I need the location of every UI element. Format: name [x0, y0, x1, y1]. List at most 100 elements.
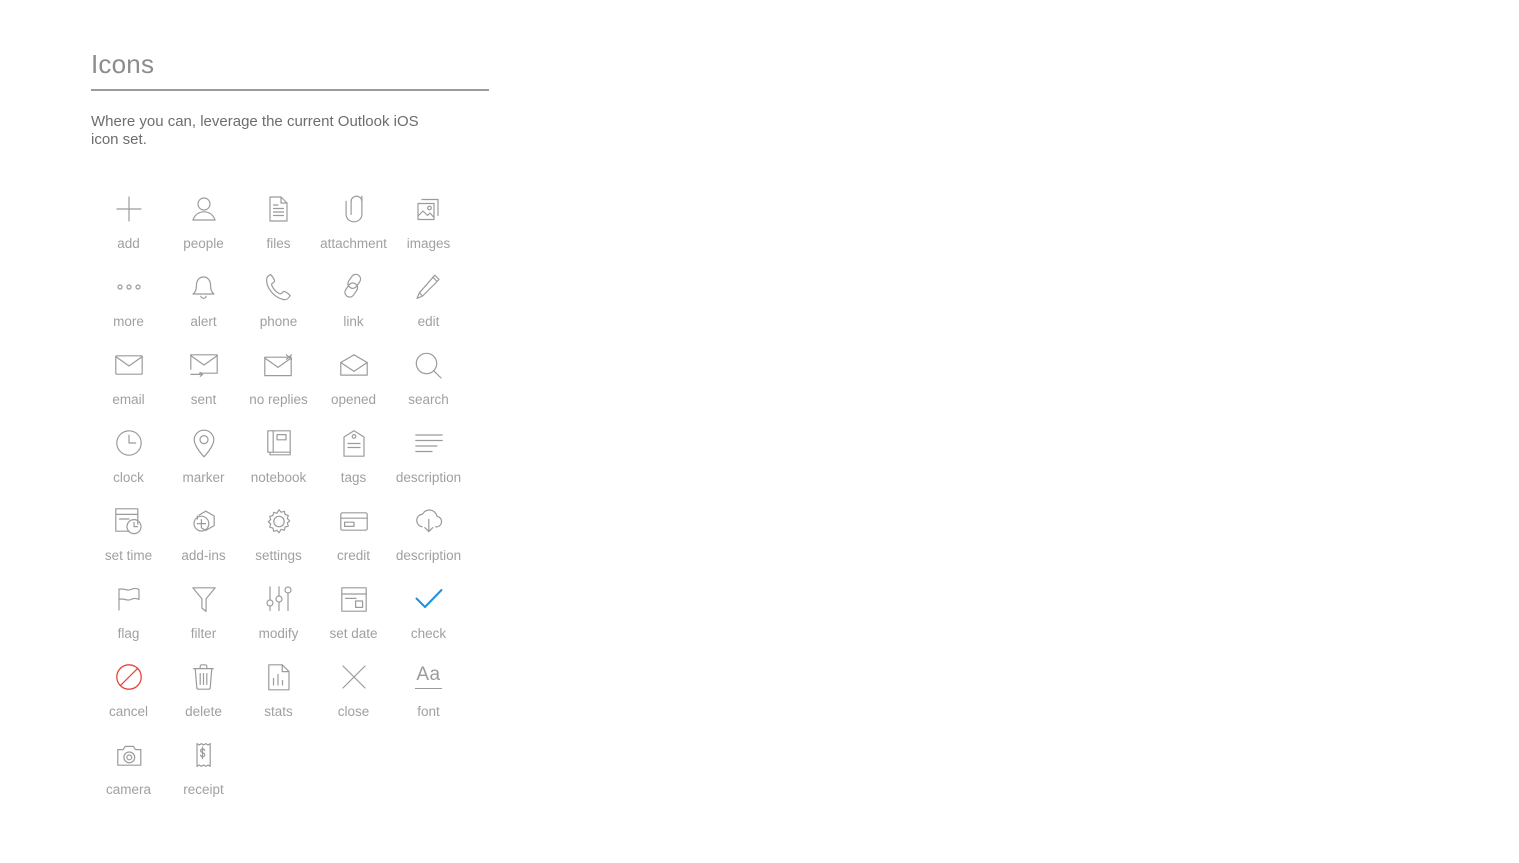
icon-label: tags [340, 470, 367, 485]
icon-cell-sent[interactable]: sent [166, 341, 241, 419]
marker-icon[interactable] [184, 423, 224, 463]
icon-cell-close[interactable]: close [316, 653, 391, 731]
set-date-icon[interactable] [334, 579, 374, 619]
icon-cell-alert[interactable]: alert [166, 263, 241, 341]
icon-label: search [408, 392, 449, 407]
icon-label: camera [105, 782, 151, 797]
icon-cell-tags[interactable]: tags [316, 419, 391, 497]
icon-cell-set-time[interactable]: set time [91, 497, 166, 575]
link-icon[interactable] [334, 267, 374, 307]
icon-cell-attachment[interactable]: attachment [316, 185, 391, 263]
icon-cell-notebook[interactable]: notebook [241, 419, 316, 497]
icon-cell-camera[interactable]: camera [91, 731, 166, 809]
cloud-download-icon[interactable] [409, 501, 449, 541]
font-icon[interactable]: Aa [409, 657, 449, 697]
search-icon[interactable] [409, 345, 449, 385]
font-glyph: Aa [415, 665, 442, 689]
edit-icon[interactable] [409, 267, 449, 307]
phone-icon[interactable] [259, 267, 299, 307]
icon-cell-check[interactable]: check [391, 575, 466, 653]
icon-cell-search[interactable]: search [391, 341, 466, 419]
icon-label: email [112, 392, 145, 407]
icon-cell-receipt[interactable]: receipt [166, 731, 241, 809]
email-icon[interactable] [109, 345, 149, 385]
icon-cell-clock[interactable]: clock [91, 419, 166, 497]
icon-label: opened [330, 392, 377, 407]
add-ins-icon[interactable] [184, 501, 224, 541]
opened-icon[interactable] [334, 345, 374, 385]
camera-icon[interactable] [109, 735, 149, 775]
settings-icon[interactable] [259, 501, 299, 541]
add-icon[interactable] [109, 189, 149, 229]
icon-cell-more[interactable]: more [91, 263, 166, 341]
set-time-icon[interactable] [109, 501, 149, 541]
icon-label: credit [336, 548, 370, 563]
icon-cell-stats[interactable]: stats [241, 653, 316, 731]
icon-label: receipt [183, 782, 224, 797]
receipt-icon[interactable] [184, 735, 224, 775]
icon-cell-settings[interactable]: settings [241, 497, 316, 575]
icon-label: files [266, 236, 291, 251]
more-icon[interactable] [109, 267, 149, 307]
icon-cell-description[interactable]: description [391, 497, 466, 575]
icon-label: cancel [108, 704, 149, 719]
icon-cell-font[interactable]: Aa font [391, 653, 466, 731]
alert-icon[interactable] [184, 267, 224, 307]
icon-cell-people[interactable]: people [166, 185, 241, 263]
icon-cell-opened[interactable]: opened [316, 341, 391, 419]
clock-icon[interactable] [109, 423, 149, 463]
icon-cell-filter[interactable]: filter [166, 575, 241, 653]
icon-cell-marker[interactable]: marker [166, 419, 241, 497]
icon-cell-images[interactable]: images [391, 185, 466, 263]
icon-gallery-page: Icons Where you can, leverage the curren… [0, 0, 1519, 863]
icon-label: edit [417, 314, 440, 329]
icon-cell-flag[interactable]: flag [91, 575, 166, 653]
icon-cell-edit[interactable]: edit [391, 263, 466, 341]
icon-cell-modify[interactable]: modify [241, 575, 316, 653]
notebook-icon[interactable] [259, 423, 299, 463]
icon-label: font [417, 704, 440, 719]
stats-icon[interactable] [259, 657, 299, 697]
cancel-icon[interactable] [109, 657, 149, 697]
icon-label: flag [117, 626, 140, 641]
icon-cell-description[interactable]: description [391, 419, 466, 497]
icon-cell-add-ins[interactable]: add-ins [166, 497, 241, 575]
files-icon[interactable] [259, 189, 299, 229]
intro-paragraph: Where you can, leverage the current Outl… [91, 113, 419, 148]
icon-label: filter [190, 626, 217, 641]
close-icon[interactable] [334, 657, 374, 697]
delete-icon[interactable] [184, 657, 224, 697]
icon-label: attachment [320, 236, 387, 251]
icon-cell-no-replies[interactable]: no replies [241, 341, 316, 419]
icon-cell-set-date[interactable]: set date [316, 575, 391, 653]
people-icon[interactable] [184, 189, 224, 229]
icon-label: no replies [249, 392, 308, 407]
title-divider [91, 89, 489, 91]
tags-icon[interactable] [334, 423, 374, 463]
icon-cell-phone[interactable]: phone [241, 263, 316, 341]
icon-label: alert [190, 314, 217, 329]
icon-cell-cancel[interactable]: cancel [91, 653, 166, 731]
check-icon[interactable] [409, 579, 449, 619]
icon-label: link [343, 314, 364, 329]
icon-cell-link[interactable]: link [316, 263, 391, 341]
icon-label: add-ins [181, 548, 226, 563]
images-icon[interactable] [409, 189, 449, 229]
icon-cell-credit[interactable]: credit [316, 497, 391, 575]
icon-cell-delete[interactable]: delete [166, 653, 241, 731]
icon-cell-add[interactable]: add [91, 185, 166, 263]
credit-icon[interactable] [334, 501, 374, 541]
icon-cell-email[interactable]: email [91, 341, 166, 419]
flag-icon[interactable] [109, 579, 149, 619]
icon-label: description [395, 470, 462, 485]
icon-grid: add people files attachment images more alert p… [91, 185, 511, 809]
modify-icon[interactable] [259, 579, 299, 619]
description-icon[interactable] [409, 423, 449, 463]
filter-icon[interactable] [184, 579, 224, 619]
sent-icon[interactable] [184, 345, 224, 385]
icon-cell-files[interactable]: files [241, 185, 316, 263]
icon-label: add [117, 236, 140, 251]
no-replies-icon[interactable] [259, 345, 299, 385]
attachment-icon[interactable] [334, 189, 374, 229]
content-column: Icons Where you can, leverage the curren… [91, 48, 511, 809]
